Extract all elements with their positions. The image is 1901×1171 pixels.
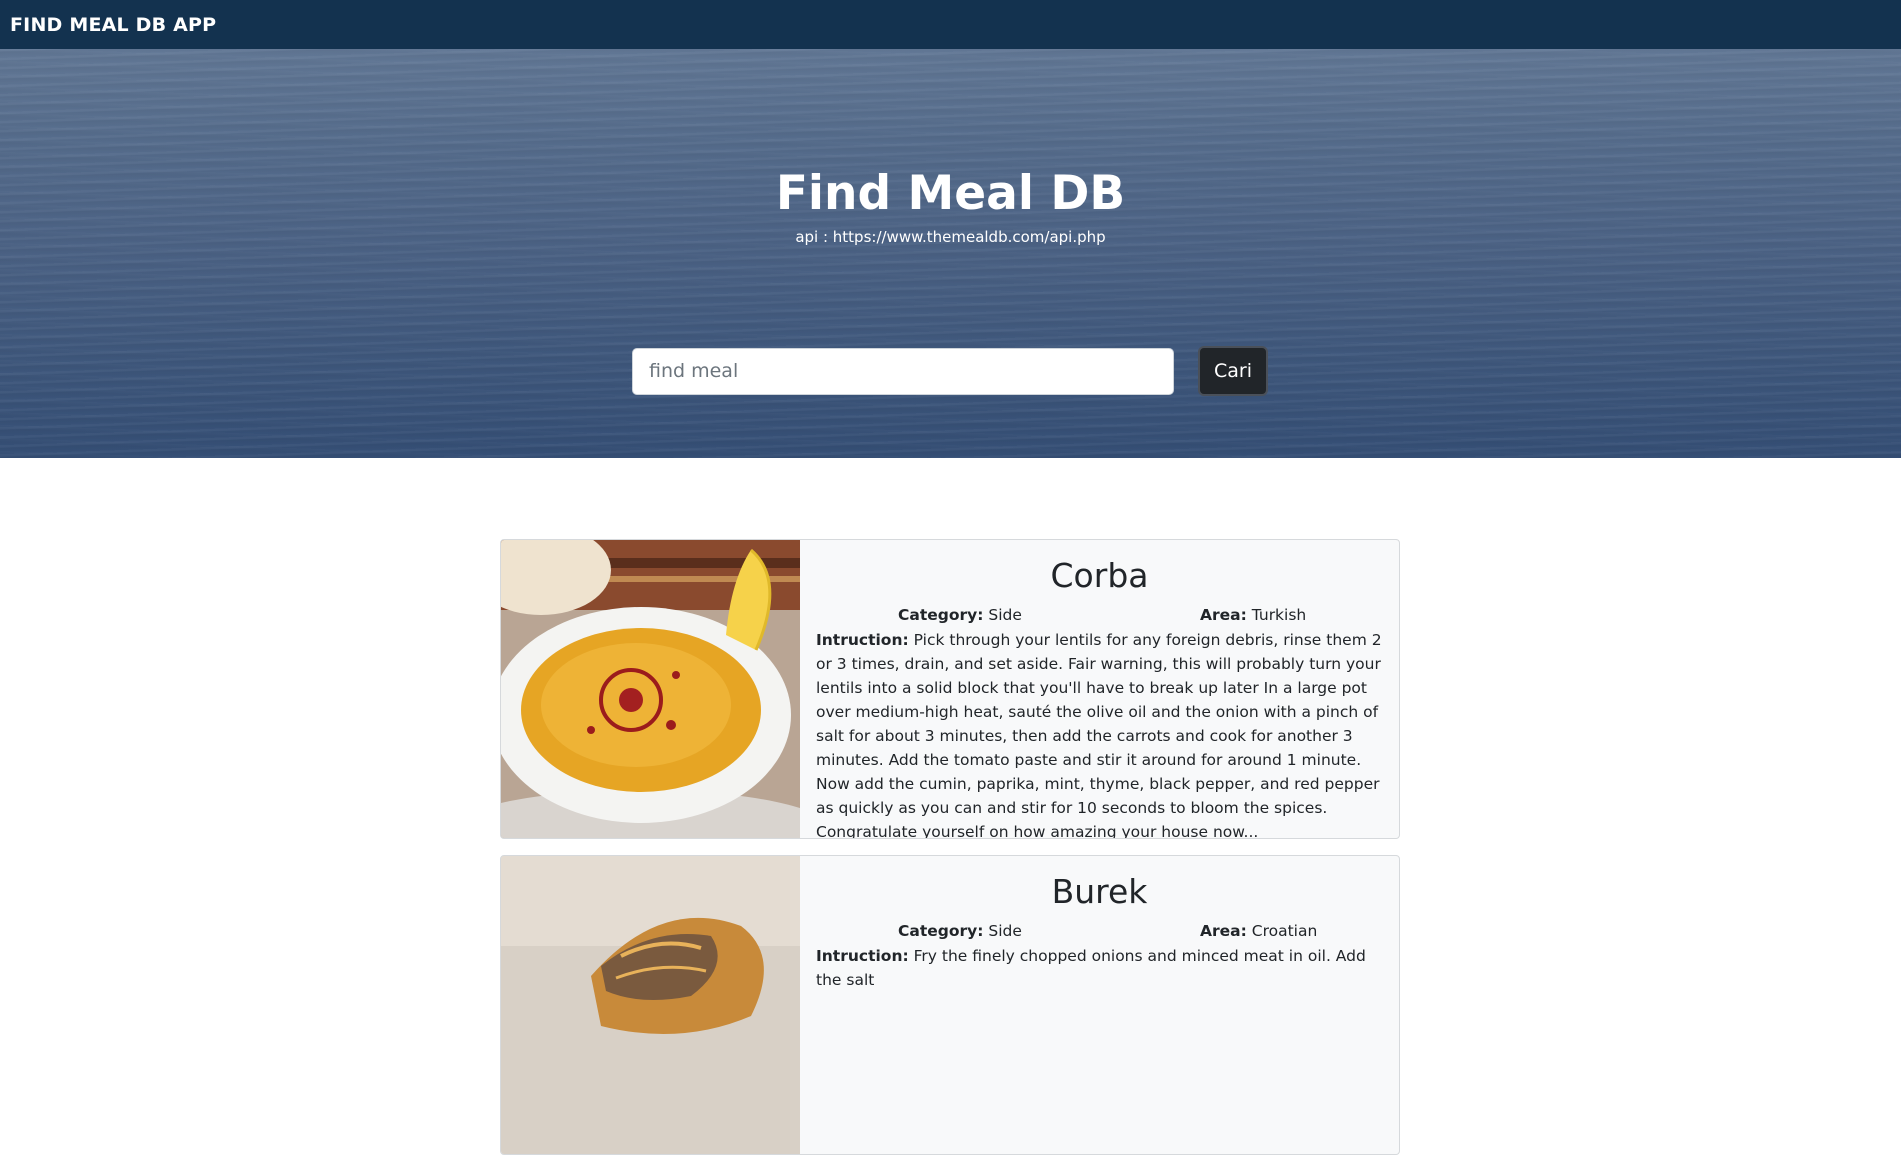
meal-card: Burek Category: Side Area: Croatian Intr… [500,855,1400,1155]
area-value: Turkish [1251,606,1307,624]
hero-banner: Find Meal DB api : https://www.themealdb… [0,49,1901,458]
category-label: Category: [898,606,984,624]
category-label: Category: [898,922,984,940]
meal-image-burek [501,856,800,1154]
instruction-label: Intruction: [816,631,909,649]
meal-results: Corba Category: Side Area: Turkish Intru… [500,539,1400,1171]
area-value: Croatian [1251,922,1318,940]
meal-image-corba [501,540,800,838]
meal-meta: Category: Side Area: Croatian [816,920,1383,942]
area-label: Area: [1200,606,1247,624]
meal-card-body: Burek Category: Side Area: Croatian Intr… [800,856,1399,1154]
meal-category: Category: Side [898,920,1200,942]
page-title: Find Meal DB [775,166,1126,221]
meal-category: Category: Side [898,604,1200,626]
navbar: FIND MEAL DB APP [0,0,1901,49]
hero-content: Find Meal DB api : https://www.themealdb… [0,49,1901,246]
meal-area: Area: Turkish [1200,604,1306,626]
search-input[interactable] [632,347,1174,395]
brand-link[interactable]: FIND MEAL DB APP [10,14,216,36]
meal-card: Corba Category: Side Area: Turkish Intru… [500,539,1400,839]
meal-instruction: Intruction: Fry the finely chopped onion… [816,944,1383,992]
meal-area: Area: Croatian [1200,920,1317,942]
meal-title: Corba [1050,556,1149,595]
api-note: api : https://www.themealdb.com/api.php [795,228,1106,246]
instruction-label: Intruction: [816,947,909,965]
category-value: Side [988,922,1022,940]
instruction-text: Pick through your lentils for any foreig… [816,631,1382,839]
meal-meta: Category: Side Area: Turkish [816,604,1383,626]
meal-title: Burek [1051,872,1148,911]
meal-card-body: Corba Category: Side Area: Turkish Intru… [800,540,1399,838]
category-value: Side [988,606,1022,624]
meal-instruction: Intruction: Pick through your lentils fo… [816,628,1383,839]
area-label: Area: [1200,922,1247,940]
search-bar: Cari [632,346,1268,396]
search-button[interactable]: Cari [1198,346,1268,396]
